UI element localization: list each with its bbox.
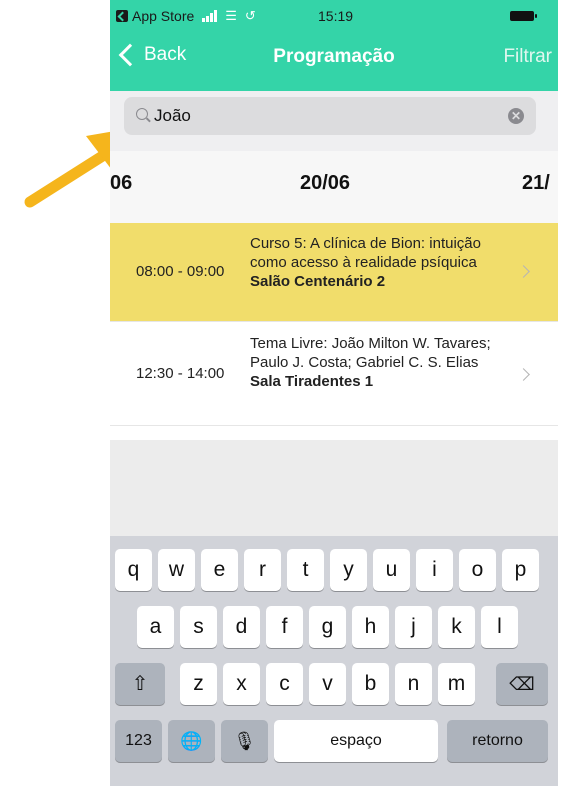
- session-row[interactable]: 08:00 - 09:00 Curso 5: A clínica de Bion…: [110, 223, 558, 322]
- key-a[interactable]: a: [137, 606, 174, 648]
- keyboard-row-3: ⇧ z x c v b n m ⌫: [110, 663, 558, 707]
- microphone-icon: 🎙: [233, 731, 256, 751]
- filter-button[interactable]: Filtrar: [503, 46, 552, 68]
- globe-icon: 🌐: [180, 731, 203, 751]
- date-current[interactable]: 20/06: [300, 172, 350, 195]
- header: App Store ☰ ↺ 15:19 Back Programação Fil…: [110, 0, 558, 91]
- key-x[interactable]: x: [223, 663, 260, 705]
- keyboard-row-4: 123 🌐 🎙 espaço retorno: [110, 720, 558, 764]
- date-prev[interactable]: 06: [110, 172, 132, 195]
- session-details: Tema Livre: João Milton W. Tavares; Paul…: [250, 334, 505, 391]
- key-y[interactable]: y: [330, 549, 367, 591]
- numbers-key[interactable]: 123: [115, 720, 162, 762]
- session-title: Curso 5: A clínica de Bion: intuição com…: [250, 235, 481, 271]
- back-to-app-label[interactable]: App Store: [132, 8, 194, 24]
- activity-icon: ↺: [244, 8, 256, 23]
- search-input[interactable]: João ✕: [124, 97, 536, 135]
- session-place: Salão Centenário 2: [250, 273, 386, 290]
- search-icon: [136, 108, 148, 120]
- key-h[interactable]: h: [352, 606, 389, 648]
- shift-key[interactable]: ⇧: [115, 663, 165, 705]
- key-t[interactable]: t: [287, 549, 324, 591]
- return-key[interactable]: retorno: [447, 720, 548, 762]
- dictation-key[interactable]: 🎙: [221, 720, 268, 762]
- key-u[interactable]: u: [373, 549, 410, 591]
- key-w[interactable]: w: [158, 549, 195, 591]
- keyboard-row-2: a s d f g h j k l: [110, 606, 558, 650]
- key-b[interactable]: b: [352, 663, 389, 705]
- key-p[interactable]: p: [502, 549, 539, 591]
- battery-icon: [510, 11, 537, 21]
- signal-icon: [202, 10, 218, 22]
- key-c[interactable]: c: [266, 663, 303, 705]
- app-store-icon[interactable]: [116, 10, 128, 22]
- key-f[interactable]: f: [266, 606, 303, 648]
- globe-key[interactable]: 🌐: [168, 720, 215, 762]
- key-g[interactable]: g: [309, 606, 346, 648]
- date-next[interactable]: 21/: [522, 172, 550, 195]
- key-j[interactable]: j: [395, 606, 432, 648]
- nav-bar: Back Programação Filtrar: [110, 38, 558, 78]
- session-details: Curso 5: A clínica de Bion: intuição com…: [250, 234, 505, 291]
- session-time: 12:30 - 14:00: [136, 365, 225, 382]
- wifi-icon: ☰: [225, 8, 237, 23]
- phone-screen: App Store ☰ ↺ 15:19 Back Programação Fil…: [110, 0, 558, 786]
- session-list: 08:00 - 09:00 Curso 5: A clínica de Bion…: [110, 223, 558, 426]
- session-place: Sala Tiradentes 1: [250, 373, 374, 390]
- chevron-right-icon: [517, 265, 530, 278]
- session-title: Tema Livre: João Milton W. Tavares; Paul…: [250, 335, 491, 371]
- key-l[interactable]: l: [481, 606, 518, 648]
- key-v[interactable]: v: [309, 663, 346, 705]
- key-e[interactable]: e: [201, 549, 238, 591]
- key-n[interactable]: n: [395, 663, 432, 705]
- session-row[interactable]: 12:30 - 14:00 Tema Livre: João Milton W.…: [110, 322, 558, 426]
- key-d[interactable]: d: [223, 606, 260, 648]
- key-z[interactable]: z: [180, 663, 217, 705]
- clear-search-icon[interactable]: ✕: [508, 108, 524, 124]
- key-q[interactable]: q: [115, 549, 152, 591]
- status-bar: App Store ☰ ↺ 15:19: [110, 0, 558, 32]
- keyboard: q w e r t y u i o p a s d f g h j k l ⇧ …: [110, 536, 558, 786]
- chevron-right-icon: [517, 368, 530, 381]
- key-i[interactable]: i: [416, 549, 453, 591]
- search-area: João ✕: [110, 91, 558, 151]
- date-selector[interactable]: 06 20/06 21/: [110, 151, 558, 223]
- key-k[interactable]: k: [438, 606, 475, 648]
- status-time: 15:19: [318, 8, 354, 24]
- backspace-icon: ⌫: [509, 674, 535, 694]
- space-key[interactable]: espaço: [274, 720, 438, 762]
- key-s[interactable]: s: [180, 606, 217, 648]
- search-value: João: [154, 106, 191, 125]
- key-m[interactable]: m: [438, 663, 475, 705]
- shift-icon: ⇧: [131, 673, 149, 695]
- session-time: 08:00 - 09:00: [136, 263, 225, 280]
- key-r[interactable]: r: [244, 549, 281, 591]
- keyboard-row-1: q w e r t y u i o p: [110, 549, 558, 593]
- page-title: Programação: [273, 46, 395, 67]
- key-o[interactable]: o: [459, 549, 496, 591]
- backspace-key[interactable]: ⌫: [496, 663, 548, 705]
